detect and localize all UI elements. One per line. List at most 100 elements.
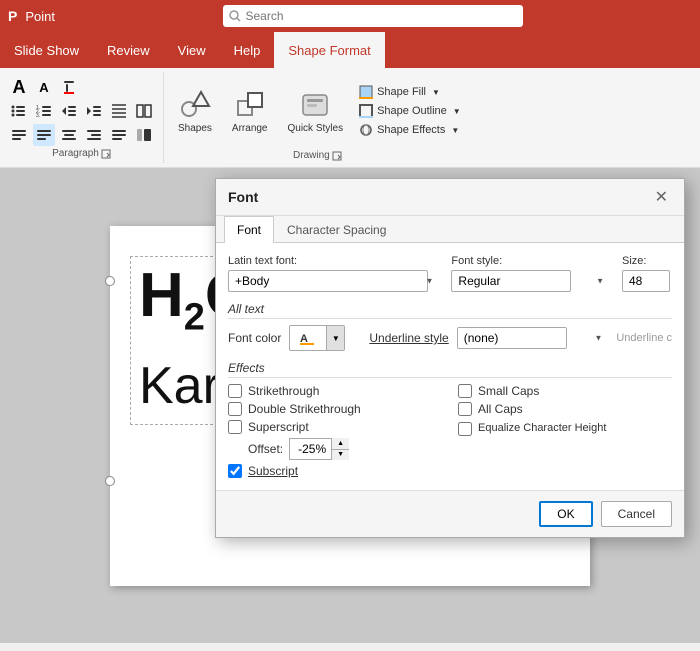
tab-view[interactable]: View (164, 32, 220, 68)
superscript-label[interactable]: Superscript (248, 420, 309, 434)
cancel-button[interactable]: Cancel (601, 501, 672, 527)
font-size-small-btn[interactable]: A (33, 76, 55, 98)
all-caps-checkbox[interactable] (458, 402, 472, 416)
small-caps-checkbox[interactable] (458, 384, 472, 398)
search-icon (229, 10, 241, 22)
offset-label: Offset: (248, 442, 283, 456)
align-right-btn[interactable] (83, 124, 105, 146)
small-caps-row: Small Caps (458, 384, 672, 398)
font-color-btn[interactable]: A ▼ (289, 325, 345, 351)
latin-font-select[interactable]: +Body (228, 270, 428, 292)
double-strikethrough-checkbox[interactable] (228, 402, 242, 416)
shapes-btn[interactable]: Shapes (170, 81, 220, 141)
text-dir-btn[interactable] (8, 124, 30, 146)
shapes-icon (179, 89, 211, 121)
shape-fill-icon (359, 85, 373, 99)
search-bar[interactable] (223, 5, 523, 27)
font-row-1: A A (8, 76, 80, 98)
handle-left[interactable] (105, 276, 115, 286)
small-caps-label[interactable]: Small Caps (478, 384, 539, 398)
strikethrough-checkbox[interactable] (228, 384, 242, 398)
size-field: Size: (622, 255, 672, 292)
align-left-btn[interactable] (33, 124, 55, 146)
all-caps-row: All Caps (458, 402, 672, 416)
shape-outline-btn[interactable]: Shape Outline ▼ (355, 102, 465, 120)
offset-row: Offset: ▲ ▼ (228, 438, 442, 460)
shape-effects-btn[interactable]: Shape Effects ▼ (355, 121, 465, 139)
tab-review[interactable]: Review (93, 32, 164, 68)
increase-indent-btn[interactable] (83, 100, 105, 122)
justify-btn[interactable] (108, 124, 130, 146)
decrease-indent-icon (60, 102, 78, 120)
shape-fill-btn[interactable]: Shape Fill ▼ (355, 83, 465, 101)
shape-effects-icon (359, 123, 373, 137)
font-group: A A (0, 72, 164, 163)
dialog-row-1: Latin text font: +Body Font style: Regul… (228, 255, 672, 292)
font-color-swatch[interactable]: A (290, 326, 326, 350)
dialog-row-colors: Font color A ▼ Underline style (228, 325, 672, 351)
offset-spinners: ▲ ▼ (331, 438, 349, 460)
text-direction-icon (10, 126, 28, 144)
effects-label: Effects (228, 361, 672, 378)
app-title: Point (25, 9, 55, 24)
subscript-checkbox[interactable] (228, 464, 242, 478)
ok-button[interactable]: OK (539, 501, 592, 527)
bullets-btn[interactable] (8, 100, 30, 122)
paragraph-expand-icon[interactable] (101, 149, 111, 159)
handle-left-bottom[interactable] (105, 476, 115, 486)
font-size-large-btn[interactable]: A (8, 76, 30, 98)
strikethrough-row: Strikethrough (228, 384, 442, 398)
font-style-select[interactable]: Regular (451, 270, 571, 292)
superscript-checkbox-row: Superscript (228, 420, 442, 434)
equalize-label[interactable]: Equalize Character Height (478, 422, 606, 434)
drawing-group: Shapes Arrange Quick Styles (164, 72, 471, 163)
latin-font-select-wrapper: +Body (228, 270, 439, 292)
all-caps-label[interactable]: All Caps (478, 402, 523, 416)
arrange-btn[interactable]: Arrange (224, 81, 276, 141)
size-input[interactable] (622, 270, 670, 292)
font-color-dropdown[interactable]: ▼ (326, 326, 344, 350)
tab-shapeformat[interactable]: Shape Format (274, 32, 384, 68)
tab-help[interactable]: Help (220, 32, 275, 68)
drawing-expand-icon[interactable] (332, 151, 342, 161)
font-color-label: Font color (228, 331, 281, 345)
superscript-checkbox[interactable] (228, 420, 242, 434)
underline-color-label: Underline c (616, 332, 672, 344)
columns-btn[interactable] (133, 100, 155, 122)
subscript-label[interactable]: Subscript (248, 464, 298, 478)
ribbon-tabs: Slide Show Review View Help Shape Format (0, 32, 700, 68)
tab-character-spacing[interactable]: Character Spacing (274, 216, 399, 243)
offset-input-wrapper: ▲ ▼ (289, 438, 349, 460)
equalize-checkbox[interactable] (458, 422, 472, 436)
search-input[interactable] (245, 9, 517, 23)
font-color-icon: A (299, 331, 317, 345)
numbered-list-icon: 1. 2. 3. (35, 102, 53, 120)
titlebar: P Point (0, 0, 700, 32)
quick-styles-btn[interactable]: Quick Styles (280, 81, 352, 141)
dialog-close-btn[interactable]: ✕ (651, 187, 672, 207)
equalize-row: Equalize Character Height (458, 420, 672, 460)
main-content: H2O Karan22 Font ✕ Font Character Spacin… (0, 168, 700, 643)
align-center-btn[interactable] (58, 124, 80, 146)
offset-up-btn[interactable]: ▲ (332, 438, 349, 450)
offset-down-btn[interactable]: ▼ (332, 450, 349, 461)
strikethrough-label[interactable]: Strikethrough (248, 384, 319, 398)
underline-style-select[interactable]: (none) (457, 327, 567, 349)
double-strikethrough-label[interactable]: Double Strikethrough (248, 402, 361, 416)
decrease-indent-btn[interactable] (58, 100, 80, 122)
ribbon-toolbar: A A (0, 68, 700, 168)
dialog-body: Latin text font: +Body Font style: Regul… (216, 243, 684, 490)
numbered-list-btn[interactable]: 1. 2. 3. (33, 100, 55, 122)
svg-text:3.: 3. (36, 113, 40, 119)
line-spacing-btn[interactable] (108, 100, 130, 122)
font-clear-btn[interactable] (58, 76, 80, 98)
justify-icon (110, 126, 128, 144)
bullets-icon (10, 102, 28, 120)
effects-grid: Strikethrough Small Caps Double Striketh… (228, 384, 672, 478)
column-layout-btn[interactable] (133, 124, 155, 146)
tab-font[interactable]: Font (224, 216, 274, 243)
drawing-group-label: Drawing (293, 148, 342, 161)
all-text-label: All text (228, 302, 672, 319)
align-right-icon (85, 126, 103, 144)
tab-slideshow[interactable]: Slide Show (0, 32, 93, 68)
